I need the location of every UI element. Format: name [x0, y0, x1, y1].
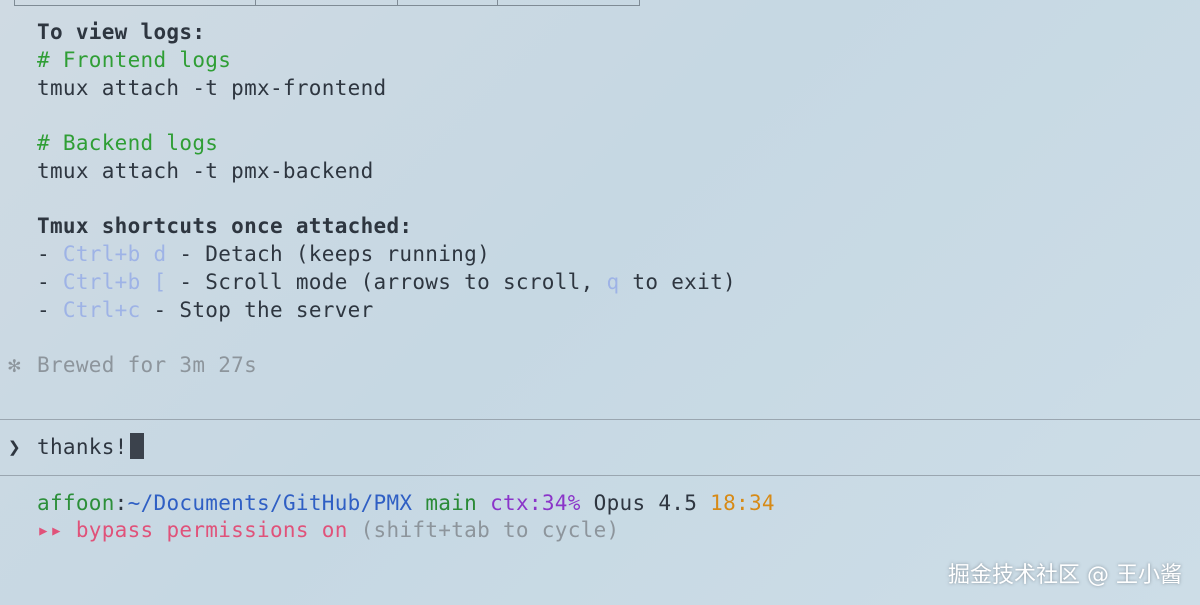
prompt-input[interactable]: thanks! [37, 433, 144, 461]
spinner-icon: ✻ [8, 353, 21, 377]
bullet: - [37, 298, 63, 322]
tmux-shortcuts-heading: Tmux shortcuts once attached: [37, 214, 413, 238]
bypass-arrows-icon: ▸▸ [37, 518, 63, 542]
shortcut-key: Ctrl+b d [62, 242, 167, 266]
table-column-separator [255, 0, 256, 5]
status-branch: main [425, 491, 478, 515]
status-user: affoon [37, 491, 115, 515]
permissions-line: ▸▸ bypass permissions on (shift+tab to c… [37, 516, 619, 544]
bypass-permissions-text: bypass permissions on [75, 518, 348, 542]
bullet: - [37, 270, 63, 294]
backend-logs-command: tmux attach -t pmx-backend [37, 159, 374, 183]
status-line: affoon:~/Documents/GitHub/PMX main ctx:3… [37, 489, 775, 517]
shortcut-detach: - Ctrl+b d - Detach (keeps running) [37, 240, 490, 268]
shortcut-key: Ctrl+b [ [62, 270, 167, 294]
table-column-separator [397, 0, 398, 5]
shortcut-description-end: to exit) [619, 270, 736, 294]
view-logs-heading: To view logs: [37, 20, 206, 44]
status-model: Opus 4.5 [593, 491, 698, 515]
shortcut-key-exit: q [606, 270, 620, 294]
shortcut-key: Ctrl+c [62, 298, 141, 322]
shortcut-description: - Stop the server [140, 298, 374, 322]
prompt-top-divider [0, 419, 1200, 420]
status-context: ctx:34% [490, 491, 581, 515]
watermark: 掘金技术社区 @ 王小酱 [948, 563, 1182, 588]
table-bottom-border [14, 0, 640, 6]
shortcut-scroll: - Ctrl+b [ - Scroll mode (arrows to scro… [37, 268, 736, 296]
status-path: ~/Documents/GitHub/PMX [127, 491, 413, 515]
shortcut-description: - Scroll mode (arrows to scroll, [166, 270, 607, 294]
frontend-logs-command: tmux attach -t pmx-frontend [37, 76, 387, 100]
frontend-logs-comment: # Frontend logs [37, 48, 232, 72]
shortcut-stop: - Ctrl+c - Stop the server [37, 296, 374, 324]
text-cursor [129, 433, 144, 459]
bypass-hint: (shift+tab to cycle) [360, 518, 620, 542]
status-time: 18:34 [710, 491, 775, 515]
shortcut-description: - Detach (keeps running) [166, 242, 491, 266]
prompt-input-text[interactable]: thanks! [37, 435, 128, 459]
table-column-separator [497, 0, 498, 5]
prompt-bottom-divider [0, 475, 1200, 476]
bullet: - [37, 242, 63, 266]
backend-logs-comment: # Backend logs [37, 131, 219, 155]
prompt-chevron-icon: ❯ [8, 435, 21, 459]
brewed-status: Brewed for 3m 27s [37, 353, 258, 377]
status-colon: : [114, 491, 128, 515]
